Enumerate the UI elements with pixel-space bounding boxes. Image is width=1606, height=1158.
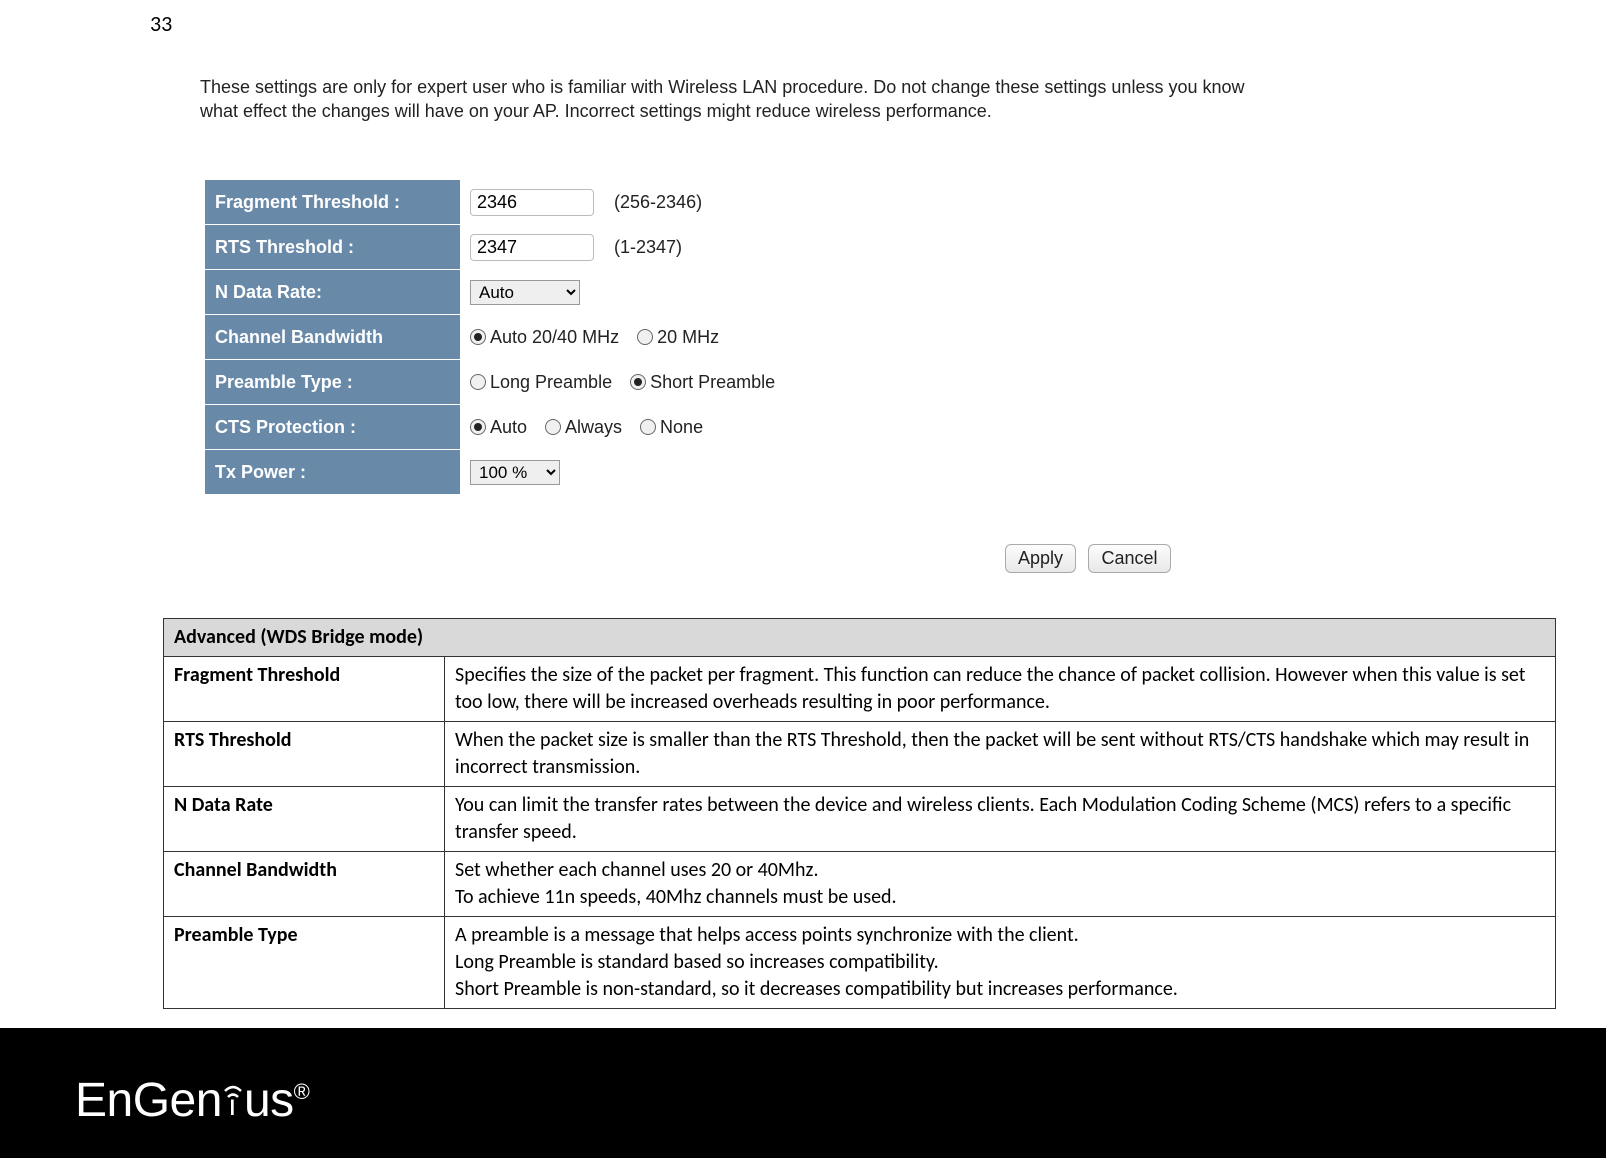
registered-icon: ®	[294, 1079, 310, 1104]
doc-row-desc: You can limit the transfer rates between…	[445, 787, 1556, 852]
tx-power-label: Tx Power :	[205, 450, 460, 495]
cts-protection-label: CTS Protection :	[205, 405, 460, 450]
doc-row-label: RTS Threshold	[164, 722, 445, 787]
tx-power-select[interactable]: 100 %	[470, 460, 560, 485]
doc-row-label: Preamble Type	[164, 917, 445, 1009]
radio-unchecked-icon	[545, 419, 561, 435]
page-number: 33	[150, 10, 172, 37]
advanced-description-table: Advanced (WDS Bridge mode) Fragment Thre…	[163, 618, 1556, 1009]
radio-checked-icon	[470, 419, 486, 435]
radio-checked-icon	[630, 374, 646, 390]
radio-unchecked-icon	[640, 419, 656, 435]
doc-row-desc: Set whether each channel uses 20 or 40Mh…	[445, 852, 1556, 917]
cts-none-radio[interactable]: None	[640, 417, 703, 438]
n-data-rate-select[interactable]: Auto	[470, 280, 580, 305]
channel-bandwidth-label: Channel Bandwidth	[205, 315, 460, 360]
form-buttons: Apply Cancel	[1005, 544, 1179, 573]
page-footer: EnGenius®	[0, 1028, 1606, 1158]
fragment-threshold-range: (256-2346)	[614, 192, 702, 212]
preamble-short-radio[interactable]: Short Preamble	[630, 372, 775, 393]
doc-row-desc: Specifies the size of the packet per fra…	[445, 657, 1556, 722]
rts-threshold-range: (1-2347)	[614, 237, 682, 257]
doc-row-label: N Data Rate	[164, 787, 445, 852]
doc-row-label: Channel Bandwidth	[164, 852, 445, 917]
cancel-button[interactable]: Cancel	[1088, 544, 1170, 573]
channel-bw-20-label: 20 MHz	[657, 327, 719, 348]
svg-text:i: i	[229, 1089, 235, 1117]
wifi-arc-icon: i	[222, 1067, 244, 1122]
channel-bw-20-radio[interactable]: 20 MHz	[637, 327, 719, 348]
preamble-type-label: Preamble Type :	[205, 360, 460, 405]
apply-button[interactable]: Apply	[1005, 544, 1076, 573]
radio-checked-icon	[470, 329, 486, 345]
radio-unchecked-icon	[637, 329, 653, 345]
channel-bw-auto-label: Auto 20/40 MHz	[490, 327, 619, 348]
doc-row-desc: A preamble is a message that helps acces…	[445, 917, 1556, 1009]
rts-threshold-input[interactable]	[470, 234, 594, 261]
radio-unchecked-icon	[470, 374, 486, 390]
doc-row-desc: When the packet size is smaller than the…	[445, 722, 1556, 787]
n-data-rate-label: N Data Rate:	[205, 270, 460, 315]
preamble-long-radio[interactable]: Long Preamble	[470, 372, 612, 393]
preamble-short-label: Short Preamble	[650, 372, 775, 393]
cts-auto-radio[interactable]: Auto	[470, 417, 527, 438]
intro-paragraph: These settings are only for expert user …	[200, 75, 1250, 124]
doc-table-header: Advanced (WDS Bridge mode)	[164, 619, 1556, 657]
cts-always-label: Always	[565, 417, 622, 438]
wireless-settings-form: Fragment Threshold : (256-2346) RTS Thre…	[205, 180, 785, 495]
engenius-logo: EnGenius®	[75, 1073, 309, 1128]
logo-suffix: us	[244, 1074, 294, 1127]
cts-always-radio[interactable]: Always	[545, 417, 622, 438]
fragment-threshold-input[interactable]	[470, 189, 594, 216]
logo-prefix: EnGen	[75, 1074, 222, 1127]
cts-none-label: None	[660, 417, 703, 438]
fragment-threshold-label: Fragment Threshold :	[205, 180, 460, 225]
doc-row-label: Fragment Threshold	[164, 657, 445, 722]
cts-auto-label: Auto	[490, 417, 527, 438]
rts-threshold-label: RTS Threshold :	[205, 225, 460, 270]
preamble-long-label: Long Preamble	[490, 372, 612, 393]
channel-bw-auto-radio[interactable]: Auto 20/40 MHz	[470, 327, 619, 348]
